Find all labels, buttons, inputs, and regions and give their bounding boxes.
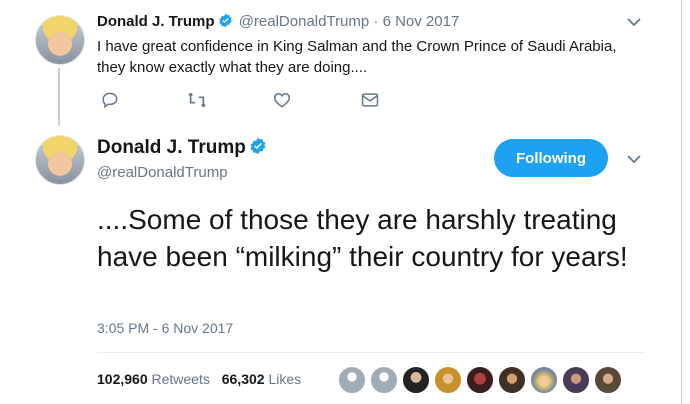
tweet-text: ....Some of those they are harshly treat… xyxy=(97,204,628,272)
liker-avatar[interactable] xyxy=(434,366,462,394)
chevron-down-icon[interactable] xyxy=(626,151,642,167)
scrollbar-edge xyxy=(681,0,682,404)
author-handle[interactable]: @realDonaldTrump xyxy=(239,13,370,30)
verified-badge-icon xyxy=(218,13,233,32)
tweet-text: I have great confidence in King Salman a… xyxy=(97,38,617,76)
likes-label[interactable]: Likes xyxy=(268,371,301,387)
tweet-thread-card: Donald J. Trump @realDonaldTrump · 6 Nov… xyxy=(0,0,660,404)
author-handle[interactable]: @realDonaldTrump xyxy=(97,164,228,181)
liker-avatar[interactable] xyxy=(466,366,494,394)
thread-connector xyxy=(58,68,60,126)
liker-avatar[interactable] xyxy=(594,366,622,394)
tweet-timestamp[interactable]: 3:05 PM - 6 Nov 2017 xyxy=(97,320,233,336)
like-icon[interactable] xyxy=(272,90,294,112)
author-name-line: Donald J. Trump xyxy=(97,137,269,161)
liker-avatar[interactable] xyxy=(402,366,430,394)
liker-avatar[interactable] xyxy=(370,366,398,394)
divider xyxy=(97,352,645,353)
retweet-icon[interactable] xyxy=(186,90,208,112)
author-name[interactable]: Donald J. Trump xyxy=(97,137,246,158)
verified-badge-icon xyxy=(249,137,267,161)
liker-avatar[interactable] xyxy=(498,366,526,394)
tweet-actions xyxy=(100,90,400,112)
message-icon[interactable] xyxy=(360,90,382,112)
tweet-header: Donald J. Trump @realDonaldTrump · 6 Nov… xyxy=(97,13,459,32)
liker-avatar[interactable] xyxy=(338,366,366,394)
reply-icon[interactable] xyxy=(100,90,122,112)
tweet-stats: 102,960 Retweets 66,302 Likes xyxy=(97,371,309,387)
likes-count[interactable]: 66,302 xyxy=(222,371,265,387)
avatar[interactable] xyxy=(35,15,85,65)
tweet-date[interactable]: · 6 Nov 2017 xyxy=(373,13,459,30)
retweets-count[interactable]: 102,960 xyxy=(97,371,148,387)
liker-avatar[interactable] xyxy=(562,366,590,394)
chevron-down-icon[interactable] xyxy=(626,14,642,30)
liker-avatar[interactable] xyxy=(530,366,558,394)
author-name[interactable]: Donald J. Trump xyxy=(97,13,215,30)
retweets-label[interactable]: Retweets xyxy=(152,371,210,387)
following-button[interactable]: Following xyxy=(494,139,608,177)
avatar[interactable] xyxy=(35,135,85,185)
